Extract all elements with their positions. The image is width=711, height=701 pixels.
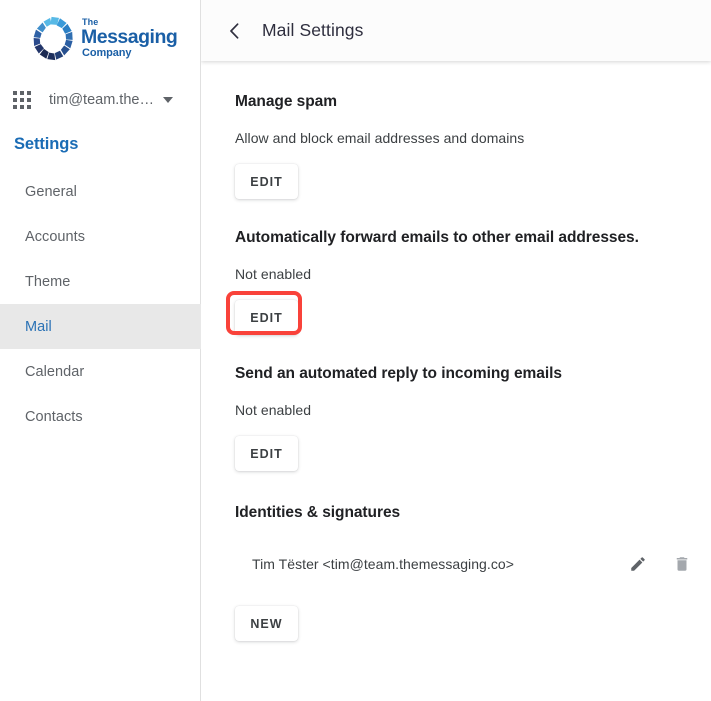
sidebar-item-general[interactable]: General (0, 169, 201, 214)
sidebar-item-label: Accounts (25, 228, 86, 245)
identity-delete-trash-icon[interactable] (670, 552, 694, 576)
sidebar-item-label: General (25, 183, 77, 200)
apps-grid-icon[interactable] (13, 91, 31, 109)
identity-edit-pencil-icon[interactable] (626, 552, 650, 576)
pencil-icon (631, 557, 645, 571)
trash-icon (676, 557, 688, 571)
chevron-down-icon[interactable] (162, 97, 173, 103)
brand-logo-area[interactable]: The Messaging Company (0, 0, 201, 76)
sidebar-item-mail[interactable]: Mail (0, 304, 201, 349)
account-selector[interactable]: tim@team.the… (0, 84, 201, 116)
brand-line-messaging: Messaging (81, 25, 178, 48)
section-auto-reply: Send an automated reply to incoming emai… (235, 335, 711, 471)
section-description: Allow and block email addresses and doma… (235, 130, 525, 146)
forward-emails-edit-button[interactable]: EDIT (235, 300, 298, 335)
sidebar-item-accounts[interactable]: Accounts (0, 214, 201, 259)
highlighted-control-wrapper: EDIT (226, 291, 302, 335)
sidebar-item-calendar[interactable]: Calendar (0, 349, 201, 394)
page-title: Mail Settings (262, 20, 364, 40)
identity-label: Tim Tëster <tim@team.themessaging.co> (252, 556, 514, 572)
sidebar-item-label: Contacts (25, 408, 83, 425)
account-email-label: tim@team.the… (49, 92, 154, 108)
section-identities: Identities & signatures Tim Tëster <tim@… (235, 471, 711, 641)
sidebar-item-label: Mail (25, 318, 52, 335)
settings-content: Manage spam Allow and block email addres… (201, 61, 711, 701)
new-identity-button[interactable]: NEW (235, 606, 298, 641)
auto-reply-edit-button[interactable]: EDIT (235, 436, 298, 471)
section-manage-spam: Manage spam Allow and block email addres… (235, 61, 711, 199)
settings-nav: General Accounts Theme Mail Calendar Con… (0, 169, 201, 439)
section-title: Manage spam (235, 93, 337, 110)
sidebar-item-label: Calendar (25, 363, 85, 380)
section-title: Automatically forward emails to other em… (235, 229, 639, 246)
page-header: Mail Settings (201, 0, 711, 61)
brand-line-company: Company (82, 47, 132, 60)
brand-text: The Messaging Company (81, 17, 178, 60)
settings-heading: Settings (14, 135, 79, 153)
chevron-left-icon (229, 22, 238, 39)
section-auto-forward: Automatically forward emails to other em… (226, 199, 711, 335)
messaging-ring-logo-icon (33, 16, 73, 60)
section-description: Not enabled (235, 266, 312, 282)
sidebar-item-contacts[interactable]: Contacts (0, 394, 201, 439)
manage-spam-edit-button[interactable]: EDIT (235, 164, 298, 199)
section-title: Send an automated reply to incoming emai… (235, 365, 562, 382)
back-chevron-left-icon[interactable] (223, 20, 245, 42)
sidebar-item-theme[interactable]: Theme (0, 259, 201, 304)
sidebar-item-label: Theme (25, 273, 71, 290)
sidebar: The Messaging Company tim@team.the… Sett… (0, 0, 201, 701)
section-description: Not enabled (235, 402, 312, 418)
identity-row[interactable]: Tim Tëster <tim@team.themessaging.co> (235, 552, 711, 576)
mail-settings-page: The Messaging Company tim@team.the… Sett… (0, 0, 711, 701)
main-panel: Mail Settings Manage spam Allow and bloc… (201, 0, 711, 701)
section-title: Identities & signatures (235, 504, 401, 521)
